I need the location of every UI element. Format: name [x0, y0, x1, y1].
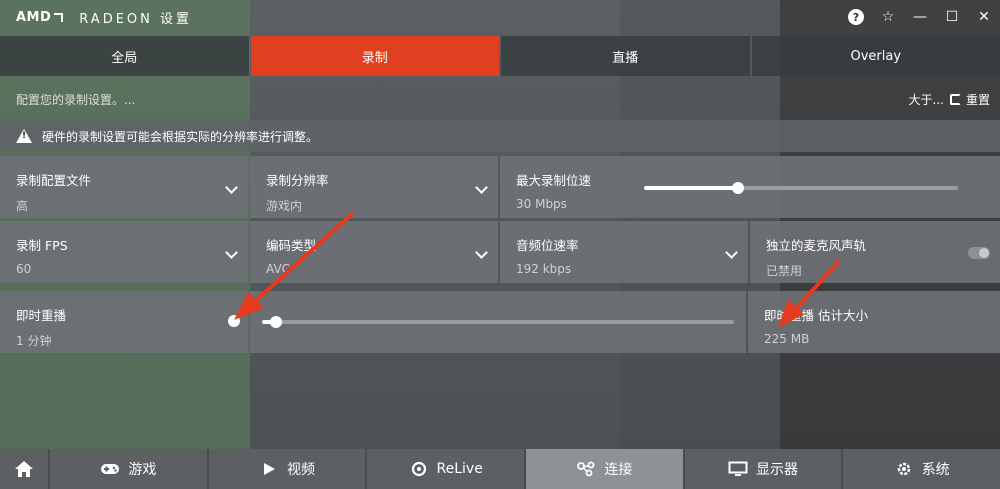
profile-value: 高: [16, 199, 29, 213]
audio-bitrate-value: 192 kbps: [516, 262, 572, 276]
audio-bitrate-label: 音频位速率: [516, 238, 579, 253]
title-bar: AMD RADEON 设置 ? ☆ — ☐ ✕: [0, 0, 1000, 34]
nav-display-label: 显示器: [756, 462, 799, 478]
codec-value: AVC: [266, 262, 291, 276]
resolution-label: 录制分辨率: [266, 173, 329, 188]
amd-arrow-icon: [54, 12, 64, 22]
mic-track-label: 独立的麦克风声轨: [766, 238, 867, 253]
nav-connect-label: 连接: [604, 462, 633, 478]
tab-bar: 全局 录制 直播 Overlay: [0, 36, 1000, 76]
nav-connect[interactable]: 连接: [526, 449, 683, 489]
warning-banner: 硬件的录制设置可能会根据实际的分辨率进行调整。: [0, 120, 1000, 152]
replay-size-value: 225 MB: [764, 332, 810, 346]
tab-stream[interactable]: 直播: [501, 36, 750, 76]
audio-bitrate-dropdown[interactable]: 音频位速率 192 kbps: [500, 221, 748, 283]
reset-icon: [949, 93, 961, 105]
mic-track-setting: 独立的麦克风声轨 已禁用: [750, 221, 1000, 283]
bitrate-slider-fill: [644, 186, 739, 190]
minimize-button[interactable]: —: [904, 0, 936, 34]
maximize-icon: ☐: [945, 9, 959, 25]
app-title: RADEON 设置: [79, 11, 193, 27]
favorite-button[interactable]: ☆: [872, 0, 904, 34]
fps-dropdown[interactable]: 录制 FPS 60: [0, 221, 248, 283]
connect-icon: [576, 461, 596, 477]
warning-text: 硬件的录制设置可能会根据实际的分辨率进行调整。: [42, 129, 319, 144]
mic-track-value: 已禁用: [766, 264, 803, 278]
replay-size-info: 即时重播 估计大小 225 MB: [748, 291, 1000, 353]
reset-label: 重置: [965, 92, 990, 107]
codec-dropdown[interactable]: 编码类型 AVC: [250, 221, 498, 283]
fps-label: 录制 FPS: [16, 238, 68, 253]
gamepad-icon: [100, 462, 120, 476]
nav-relive-label: ReLive: [436, 461, 483, 477]
replay-duration-slider-knob[interactable]: [270, 316, 283, 328]
close-icon: ✕: [978, 9, 990, 25]
mic-track-toggle[interactable]: [968, 247, 990, 259]
bottom-nav: 游戏 视频 ReLive 连接 显示器 系统: [0, 449, 1000, 489]
minimize-icon: —: [913, 9, 927, 25]
help-icon: ?: [848, 9, 864, 25]
replay-duration-slider[interactable]: [262, 316, 734, 328]
nav-video[interactable]: 视频: [208, 449, 366, 489]
star-icon: ☆: [881, 9, 895, 25]
tab-global[interactable]: 全局: [0, 36, 249, 76]
home-button[interactable]: [0, 449, 48, 489]
nav-relive[interactable]: ReLive: [367, 449, 525, 489]
reset-button[interactable]: 重置: [949, 91, 990, 108]
bitrate-slider-knob[interactable]: [732, 182, 745, 194]
page-description: 配置您的录制设置。...: [16, 92, 136, 107]
sub-header: 配置您的录制设置。... 大于... 重置: [0, 80, 1000, 118]
resolution-value: 游戏内: [266, 199, 303, 213]
instant-replay-setting: 即时重播 1 分钟: [0, 291, 248, 353]
monitor-icon: [728, 461, 748, 477]
instant-replay-toggle[interactable]: [218, 315, 240, 327]
fps-value: 60: [16, 262, 32, 276]
relive-icon: [409, 461, 429, 477]
resolution-dropdown[interactable]: 录制分辨率 游戏内: [250, 156, 498, 218]
replay-size-label: 即时重播 估计大小: [764, 308, 868, 323]
instant-replay-duration: [250, 291, 746, 353]
profile-label: 录制配置文件: [16, 173, 92, 188]
profile-dropdown[interactable]: 录制配置文件 高: [0, 156, 248, 218]
nav-display[interactable]: 显示器: [684, 449, 842, 489]
nav-video-label: 视频: [287, 462, 315, 478]
codec-label: 编码类型: [266, 238, 317, 253]
about-link[interactable]: 大于...: [909, 91, 944, 108]
bitrate-value: 30 Mbps: [516, 197, 567, 211]
nav-system-label: 系统: [921, 462, 950, 478]
amd-logo: AMD: [16, 10, 64, 25]
nav-games-label: 游戏: [128, 462, 157, 478]
instant-replay-value: 1 分钟: [16, 334, 52, 348]
instant-replay-label: 即时重播: [16, 308, 67, 323]
home-icon: [15, 461, 33, 477]
nav-games[interactable]: 游戏: [50, 449, 207, 489]
tab-record[interactable]: 录制: [250, 36, 499, 76]
nav-system[interactable]: 系统: [843, 449, 1000, 489]
maximize-button[interactable]: ☐: [936, 0, 968, 34]
bitrate-slider[interactable]: [644, 182, 958, 194]
close-button[interactable]: ✕: [968, 0, 1000, 34]
warning-icon: [16, 129, 32, 143]
system-icon: [894, 460, 914, 478]
bitrate-setting: 最大录制位速 30 Mbps: [500, 156, 1000, 218]
tab-overlay[interactable]: Overlay: [751, 36, 1000, 76]
help-button[interactable]: ?: [840, 0, 872, 34]
play-icon: [259, 462, 279, 476]
